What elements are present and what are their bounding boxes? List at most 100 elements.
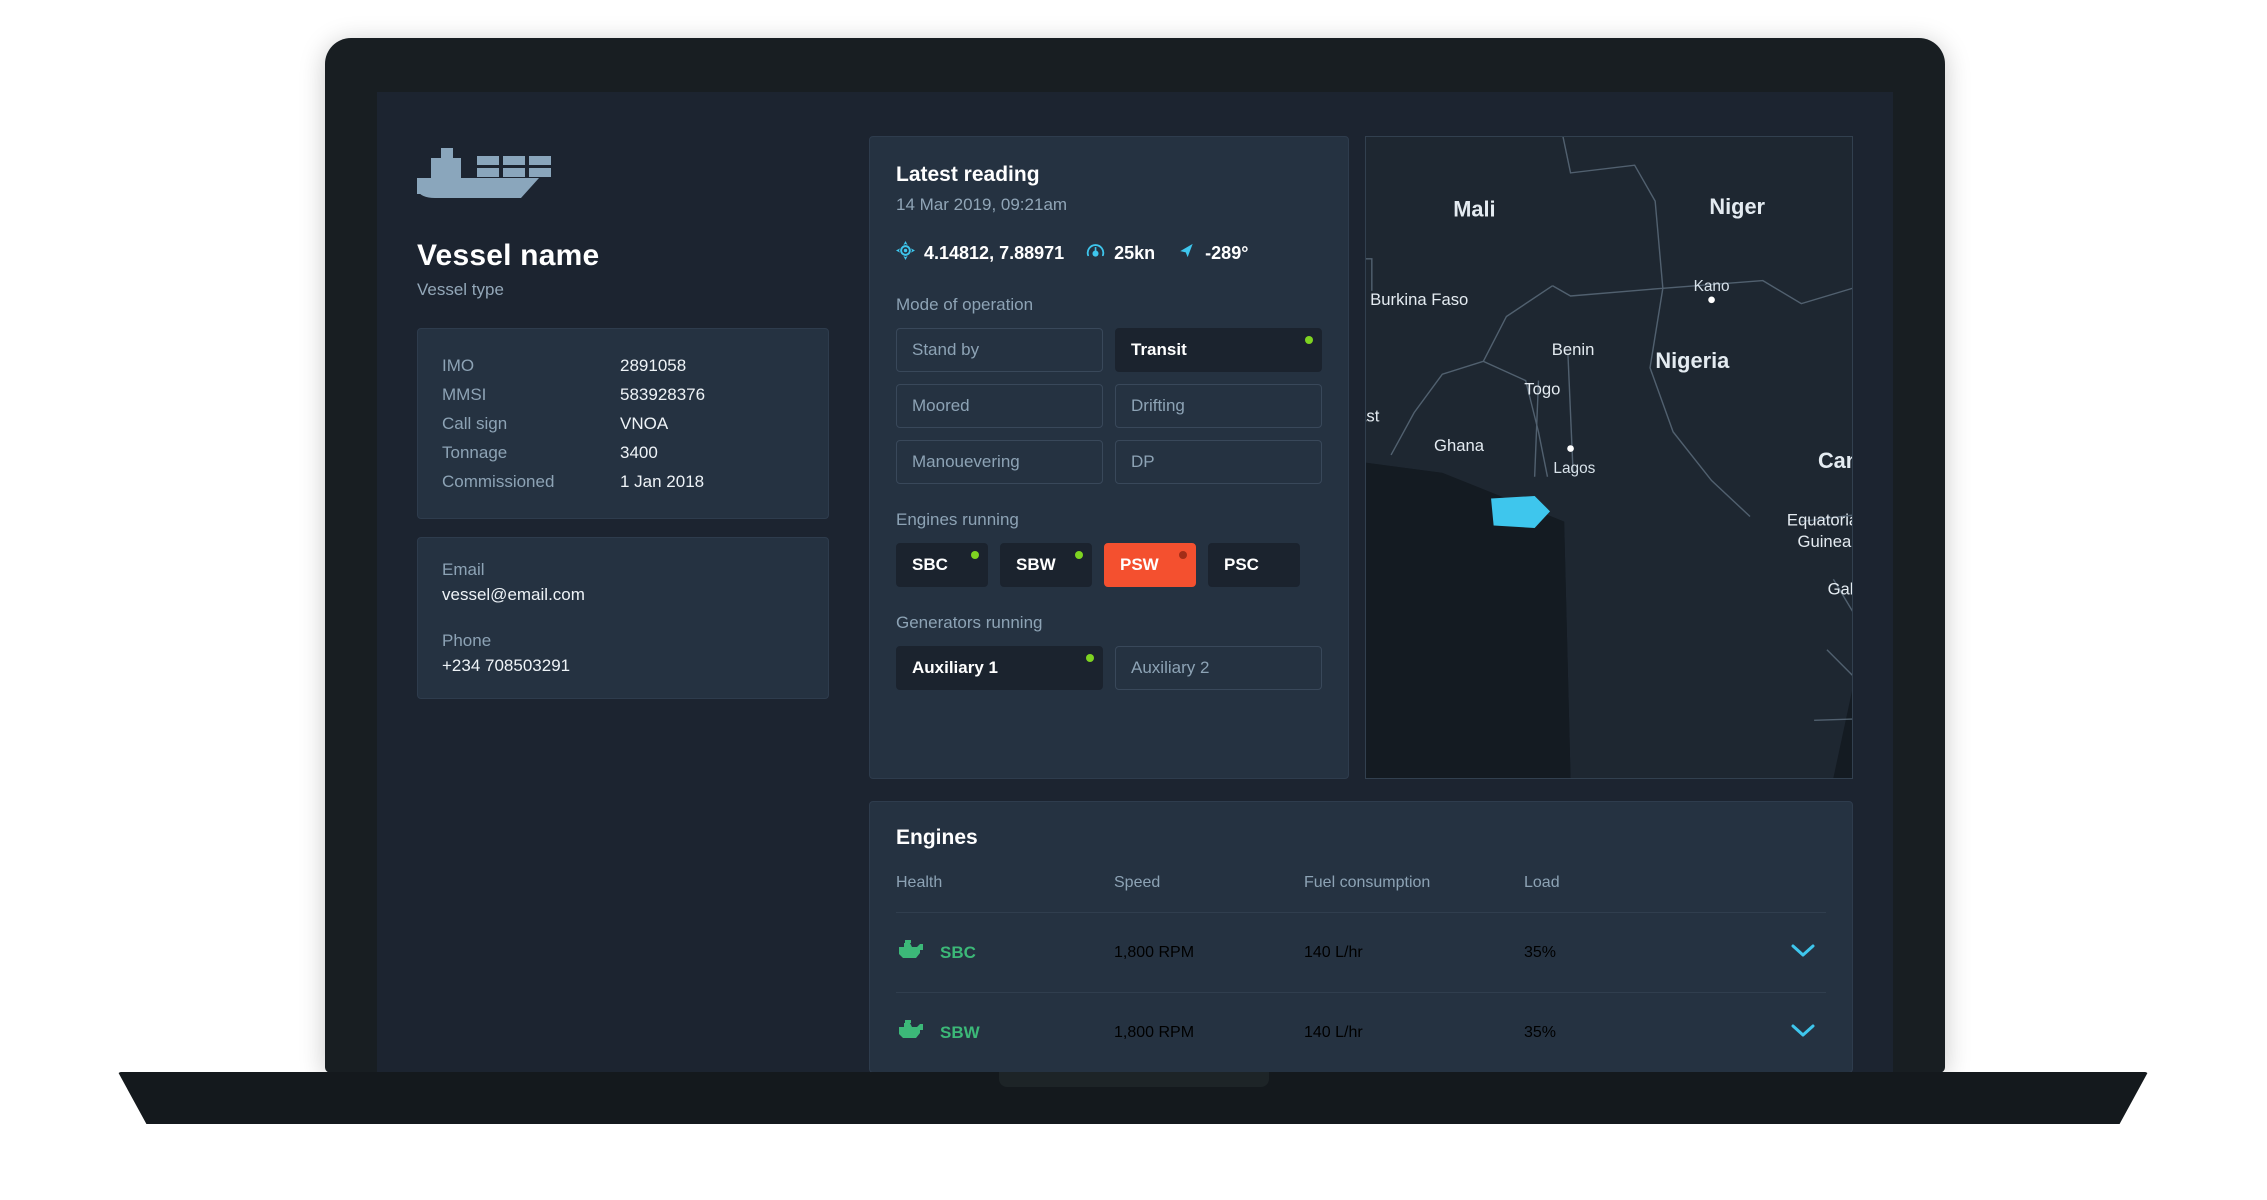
spec-row: IMO 2891058 [442,351,804,380]
table-row: SBC [896,912,1114,992]
reading-and-map-row: Latest reading 14 Mar 2019, 09:21am 4.14… [869,136,1853,779]
engines-table: Health Speed Fuel consumption Load SBC 1… [896,874,1826,1072]
generators-chip-row: Auxiliary 1 Auxiliary 2 [896,646,1322,690]
chip-label: DP [1131,452,1155,471]
laptop-frame: Vessel name Vessel type IMO 2891058 MMSI… [325,38,1945,1073]
engine-load: 35% [1524,992,1644,1072]
spec-row: MMSI 583928376 [442,380,804,409]
alarm-dot [1179,551,1187,559]
vessel-dashboard: Vessel name Vessel type IMO 2891058 MMSI… [377,92,1893,1073]
spec-value: 583928376 [620,385,706,404]
status-dot [1305,336,1313,344]
generator-chip-auxiliary-1[interactable]: Auxiliary 1 [896,646,1103,690]
engine-chip-sbc[interactable]: SBC [896,543,988,587]
engines-running-label: Engines running [896,510,1019,529]
email-value[interactable]: vessel@email.com [442,585,804,605]
mode-chip-grid: Stand by Transit Moored Drifting Manouev… [896,328,1322,484]
mode-chip-standby[interactable]: Stand by [896,328,1103,372]
spec-value: 3400 [620,443,658,462]
chip-label: PSW [1120,555,1159,574]
map-canvas: Mali Niger Nigeria Cameroon ania Burkina… [1366,137,1852,778]
vessel-info-column: Vessel name Vessel type IMO 2891058 MMSI… [417,136,829,1073]
vessel-contact-card: Email vessel@email.com Phone +234 708503… [417,537,829,699]
engine-block-icon [896,939,926,966]
phone-value[interactable]: +234 708503291 [442,656,804,676]
chip-label: Drifting [1131,396,1185,415]
email-label: Email [442,560,485,579]
chip-label: Auxiliary 1 [912,658,998,677]
position-readout: 4.14812, 7.88971 [896,241,1064,265]
laptop-hinge-notch [998,1072,1269,1087]
heading-value: -289° [1205,242,1249,263]
engine-name: SBW [940,1022,980,1042]
chevron-down-icon [1790,942,1816,963]
chip-label: SBW [1016,555,1056,574]
engine-speed: 1,800 RPM [1114,912,1304,992]
speed-value: 25kn [1114,242,1156,263]
vessel-type: Vessel type [417,280,504,299]
chevron-down-icon [1790,1022,1816,1043]
laptop-screen: Vessel name Vessel type IMO 2891058 MMSI… [377,92,1893,1073]
phone-label: Phone [442,631,492,650]
status-dot [1075,551,1083,559]
expand-row-button[interactable] [1644,992,1826,1072]
column-header-health: Health [896,874,943,891]
chip-label: Stand by [912,340,980,359]
engine-chip-psw[interactable]: PSW [1104,543,1196,587]
vessel-name: Vessel name [417,239,600,272]
engine-load: 35% [1524,912,1644,992]
chip-label: PSC [1224,555,1259,574]
mode-chip-manouevering[interactable]: Manouevering [896,440,1103,484]
spec-value: VNOA [620,414,669,433]
status-dot [1086,654,1094,662]
engine-fuel: 140 L/hr [1304,992,1524,1072]
spec-key: Tonnage [442,443,508,462]
spec-key: MMSI [442,385,487,404]
gps-crosshair-icon [896,241,915,265]
spec-key: Commissioned [442,472,555,491]
table-row: SBW [896,992,1114,1072]
engine-fuel: 140 L/hr [1304,912,1524,992]
engines-table-panel: Engines Health Speed Fuel consumption Lo… [869,801,1853,1073]
column-header-load: Load [1524,874,1560,891]
chip-label: Manouevering [912,452,1020,471]
heading-readout: -289° [1177,241,1248,265]
column-header-speed: Speed [1114,874,1161,891]
expand-row-button[interactable] [1644,912,1826,992]
spec-row: Commissioned 1 Jan 2018 [442,467,804,496]
engine-chip-psc[interactable]: PSC [1208,543,1300,587]
mode-chip-dp[interactable]: DP [1115,440,1322,484]
vessel-position-map[interactable]: Mali Niger Nigeria Cameroon ania Burkina… [1365,136,1853,779]
speedometer-icon [1086,241,1105,265]
spec-row: Tonnage 3400 [442,438,804,467]
reading-timestamp: 14 Mar 2019, 09:21am [896,195,1068,214]
mode-chip-moored[interactable]: Moored [896,384,1103,428]
engines-chip-row: SBC SBW PSW PSC [896,543,1322,587]
map-city-dot-lagos [1567,445,1574,452]
latest-reading-panel: Latest reading 14 Mar 2019, 09:21am 4.14… [869,136,1349,779]
spec-value: 1 Jan 2018 [620,472,705,491]
map-city-dot-kano [1708,296,1715,304]
telemetry-column: Latest reading 14 Mar 2019, 09:21am 4.14… [869,136,1853,1073]
spec-key: IMO [442,356,475,375]
engine-block-icon [896,1019,926,1046]
chip-label: Auxiliary 2 [1131,658,1210,677]
mode-chip-transit[interactable]: Transit [1115,328,1322,372]
spec-key: Call sign [442,414,508,433]
speed-readout: 25kn [1086,241,1155,265]
spec-row: Call sign VNOA [442,409,804,438]
spec-value: 2891058 [620,356,687,375]
engines-table-title: Engines [896,826,978,849]
status-dot [971,551,979,559]
generator-chip-auxiliary-2[interactable]: Auxiliary 2 [1115,646,1322,690]
generators-running-label: Generators running [896,613,1043,632]
chip-label: Moored [912,396,970,415]
engine-chip-sbw[interactable]: SBW [1000,543,1092,587]
telemetry-row: 4.14812, 7.88971 25kn -289° [896,241,1322,265]
mode-chip-drifting[interactable]: Drifting [1115,384,1322,428]
position-value: 4.14812, 7.88971 [924,242,1065,263]
panel-title: Latest reading [896,163,1040,186]
chip-label: Transit [1131,340,1187,359]
engine-name: SBC [940,942,976,962]
